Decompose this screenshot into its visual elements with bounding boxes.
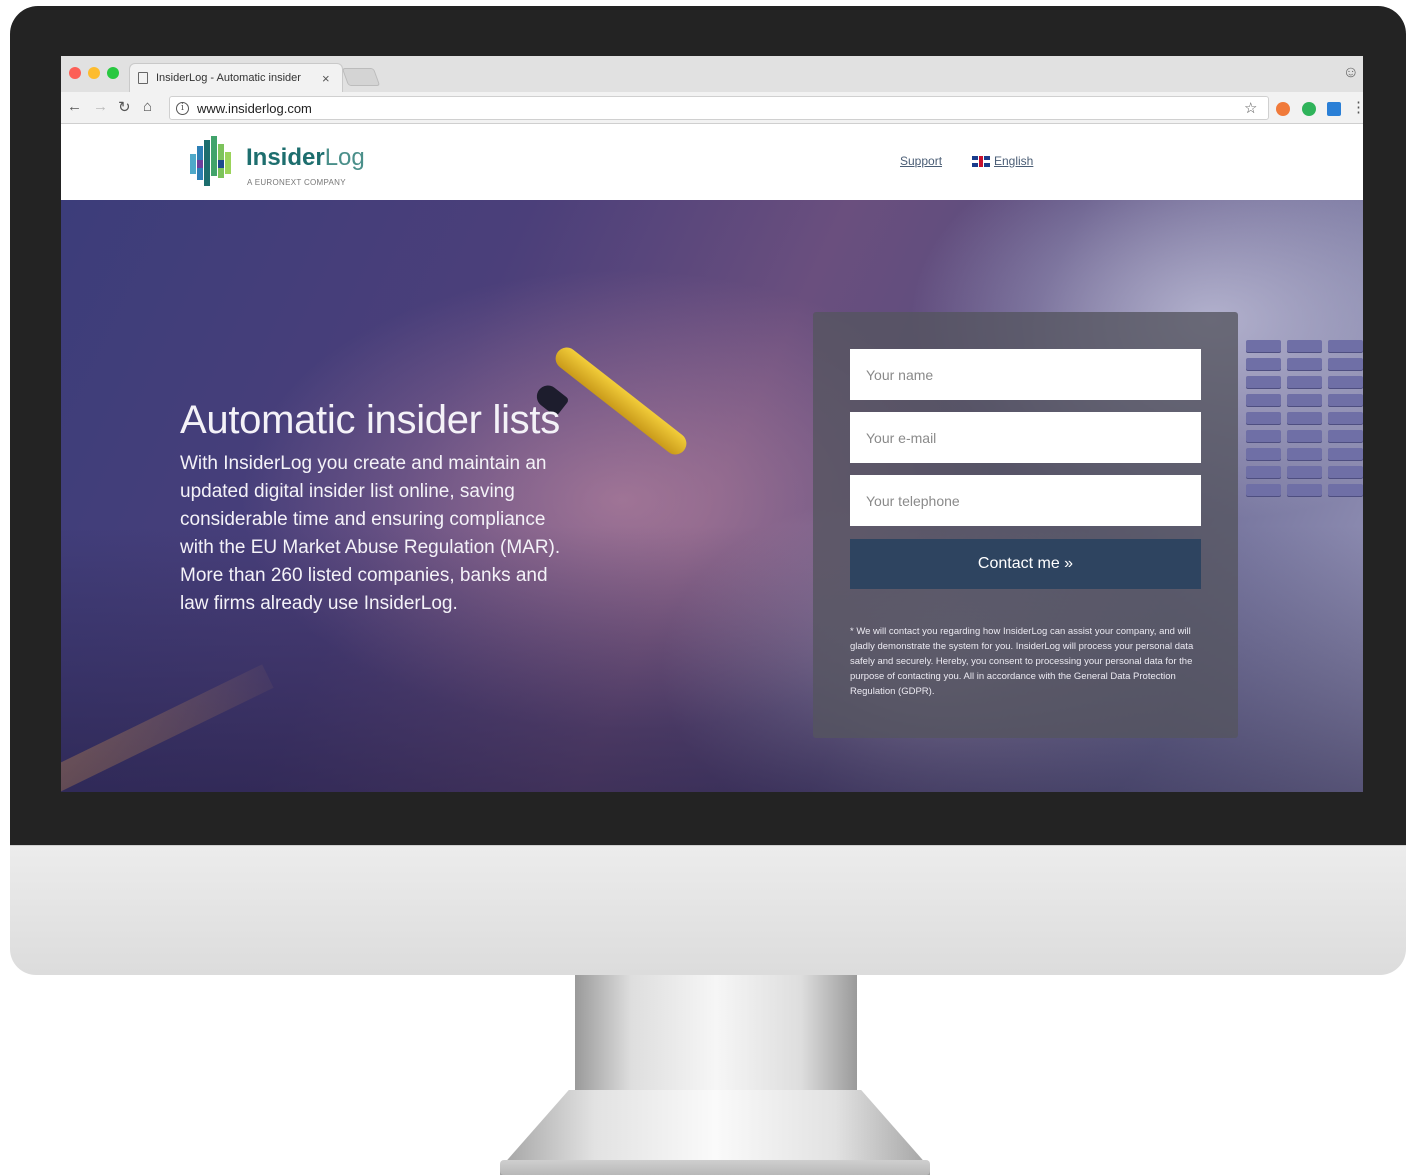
forward-arrow-icon[interactable]: → <box>93 98 108 115</box>
url-text: www.insiderlog.com <box>197 100 312 116</box>
email-input[interactable] <box>850 412 1201 463</box>
monitor-stand-neck <box>575 975 857 1095</box>
browser-toolbar: ← → ↻ ⌂ i www.insiderlog.com ☆ ⋮ <box>61 92 1363 124</box>
back-arrow-icon[interactable]: ← <box>67 98 82 115</box>
support-link[interactable]: Support <box>900 154 942 168</box>
hero-description: With InsiderLog you create and maintain … <box>180 453 561 614</box>
tab-bar: InsiderLog - Automatic insider × ☺ <box>61 56 1363 92</box>
address-bar[interactable]: i www.insiderlog.com <box>169 96 1269 120</box>
contact-form: Contact me » * We will contact you regar… <box>813 312 1238 738</box>
extension-icon[interactable] <box>1276 102 1290 116</box>
star-icon[interactable]: ☆ <box>1244 99 1257 117</box>
browser-window: InsiderLog - Automatic insider × ☺ ← → ↻… <box>61 56 1363 792</box>
logo-tagline: A EURONEXT COMPANY <box>247 178 346 187</box>
home-icon[interactable]: ⌂ <box>143 98 152 115</box>
language-label: English <box>994 154 1034 168</box>
extension-icon[interactable] <box>1327 102 1341 116</box>
new-tab-button[interactable] <box>341 68 381 86</box>
close-tab-icon[interactable]: × <box>322 71 330 86</box>
logo-wordmark[interactable]: InsiderLog <box>246 144 365 172</box>
monitor-stand-base <box>500 1160 930 1175</box>
monitor-chin <box>10 845 1406 975</box>
hero-section: Automatic insider lists With InsiderLog … <box>61 200 1363 792</box>
close-window-button[interactable] <box>69 67 81 79</box>
name-input[interactable] <box>850 349 1201 400</box>
site-header: InsiderLog A EURONEXT COMPANY Support En… <box>61 124 1363 200</box>
browser-tab[interactable]: InsiderLog - Automatic insider × <box>129 63 343 92</box>
gdpr-disclaimer: * We will contact you regarding how Insi… <box>850 626 1194 697</box>
logo-icon[interactable] <box>188 136 236 188</box>
telephone-input[interactable] <box>850 475 1201 526</box>
profile-icon[interactable]: ☺ <box>1343 64 1359 82</box>
logo-light-text: Log <box>324 144 365 171</box>
tab-title: InsiderLog - Automatic insider <box>156 72 301 84</box>
uk-flag-icon <box>972 155 990 167</box>
minimize-window-button[interactable] <box>88 67 100 79</box>
language-selector[interactable]: English <box>972 154 1033 168</box>
reload-icon[interactable]: ↻ <box>118 98 131 116</box>
document-icon <box>138 72 148 84</box>
hero-title: Automatic insider lists <box>180 398 560 442</box>
logo-bold-text: Insider <box>246 144 325 171</box>
info-icon[interactable]: i <box>176 101 189 115</box>
maximize-window-button[interactable] <box>107 67 119 79</box>
menu-icon[interactable]: ⋮ <box>1351 98 1363 116</box>
contact-me-button[interactable]: Contact me » <box>850 539 1201 589</box>
grammarly-icon[interactable] <box>1302 102 1316 116</box>
